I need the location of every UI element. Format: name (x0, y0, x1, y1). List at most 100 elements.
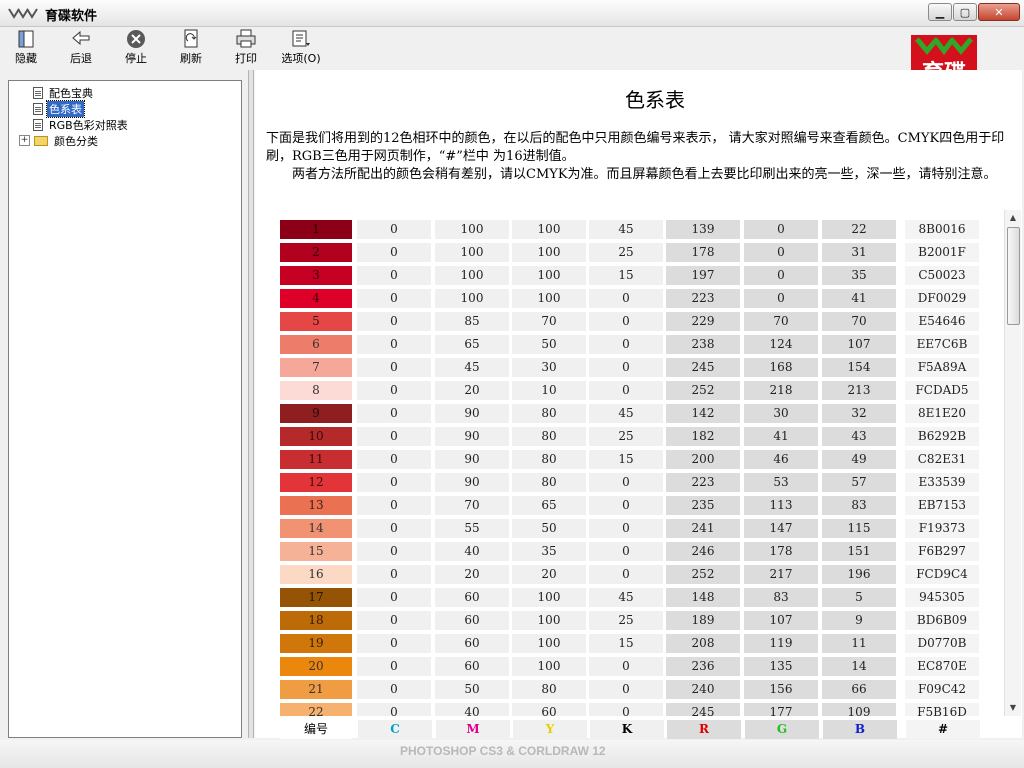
cell-y: 10 (512, 381, 586, 400)
cell-g: 178 (744, 542, 818, 561)
color-swatch: 13 (280, 496, 352, 515)
maximize-icon: ▢ (959, 5, 971, 19)
cell-k: 0 (589, 680, 663, 699)
table-row: 13 0 70 65 0 235 113 83 EB7153 (279, 496, 991, 515)
intro-text: 下面是我们将用到的12色相环中的颜色，在以后的配色中只用颜色编号来表示， 请大家… (266, 130, 1016, 184)
table-row: 8 0 20 10 0 252 218 213 FCDAD5 (279, 381, 991, 400)
cell-k: 0 (589, 358, 663, 377)
scroll-up-arrow-icon[interactable]: ▲ (1005, 210, 1021, 226)
table-row: 6 0 65 50 0 238 124 107 EE7C6B (279, 335, 991, 354)
cell-hex: 945305 (905, 588, 979, 607)
tree-item-label: RGB色彩对照表 (49, 118, 128, 132)
close-icon: ✕ (994, 5, 1004, 19)
cell-y: 50 (512, 335, 586, 354)
cell-b: 35 (822, 266, 896, 285)
cell-hex: F5A89A (905, 358, 979, 377)
cell-y: 80 (512, 680, 586, 699)
tree-item-color-categories[interactable]: + 颜色分类 (19, 133, 100, 148)
table-row: 22 0 40 60 0 245 177 109 F5B16D (279, 703, 991, 716)
cell-hex: C82E31 (905, 450, 979, 469)
cell-g: 83 (744, 588, 818, 607)
options-label: 选项(O) (281, 52, 321, 65)
cell-b: 11 (822, 634, 896, 653)
maximize-button[interactable]: ▢ (953, 3, 977, 21)
cell-y: 60 (512, 703, 586, 716)
cell-g: 124 (744, 335, 818, 354)
cell-r: 142 (666, 404, 740, 423)
cell-c: 0 (357, 588, 431, 607)
hide-button[interactable]: 隐藏 (4, 29, 48, 65)
cell-r: 252 (666, 381, 740, 400)
cell-m: 45 (435, 358, 509, 377)
cell-m: 90 (435, 450, 509, 469)
cell-r: 178 (666, 243, 740, 262)
cell-g: 217 (744, 565, 818, 584)
cell-r: 223 (666, 473, 740, 492)
cell-m: 100 (435, 220, 509, 239)
cell-c: 0 (357, 404, 431, 423)
stop-button[interactable]: 停止 (114, 29, 158, 65)
cell-c: 0 (357, 703, 431, 716)
cell-m: 20 (435, 565, 509, 584)
cell-hex: EB7153 (905, 496, 979, 515)
cell-y: 30 (512, 358, 586, 377)
expand-icon[interactable]: + (19, 135, 30, 146)
vertical-scrollbar[interactable]: ▲ ▼ (1004, 210, 1021, 716)
cell-m: 90 (435, 404, 509, 423)
color-swatch: 8 (280, 381, 352, 400)
cell-b: 57 (822, 473, 896, 492)
hide-icon (18, 30, 34, 48)
window-title: 育碟软件 (45, 9, 98, 24)
folder-icon (34, 135, 48, 146)
cell-b: 9 (822, 611, 896, 630)
print-button[interactable]: 打印 (224, 29, 268, 65)
table-row: 19 0 60 100 15 208 119 11 D0770B (279, 634, 991, 653)
cell-r: 208 (666, 634, 740, 653)
cell-hex: FCDAD5 (905, 381, 979, 400)
back-arrow-icon (72, 30, 90, 46)
cell-y: 100 (512, 266, 586, 285)
cell-c: 0 (357, 266, 431, 285)
close-button[interactable]: ✕ (978, 3, 1020, 21)
color-swatch: 6 (280, 335, 352, 354)
refresh-button[interactable]: 刷新 (169, 29, 213, 65)
cell-c: 0 (357, 381, 431, 400)
table-row: 1 0 100 100 45 139 0 22 8B0016 (279, 220, 991, 239)
cell-g: 0 (744, 289, 818, 308)
cell-b: 5 (822, 588, 896, 607)
cell-r: 245 (666, 358, 740, 377)
table-row: 16 0 20 20 0 252 217 196 FCD9C4 (279, 565, 991, 584)
scroll-down-arrow-icon[interactable]: ▼ (1005, 700, 1021, 716)
back-button[interactable]: 后退 (59, 29, 103, 65)
tree-item-rgb-table[interactable]: RGB色彩对照表 (33, 117, 130, 132)
table-row: 18 0 60 100 25 189 107 9 BD6B09 (279, 611, 991, 630)
intro-paragraph-1: 下面是我们将用到的12色相环中的颜色，在以后的配色中只用颜色编号来表示， 请大家… (266, 131, 1005, 164)
cell-r: 241 (666, 519, 740, 538)
cell-m: 20 (435, 381, 509, 400)
tree-item-color-table[interactable]: 色系表 (33, 99, 85, 118)
cell-hex: F09C42 (905, 680, 979, 699)
cell-c: 0 (357, 473, 431, 492)
cell-m: 60 (435, 657, 509, 676)
options-button[interactable]: 选项(O) (278, 29, 324, 65)
color-swatch: 10 (280, 427, 352, 446)
column-header: Y (513, 720, 587, 739)
tree-item-color-guide[interactable]: 配色宝典 (33, 85, 95, 100)
cell-y: 80 (512, 427, 586, 446)
status-bar: PHOTOSHOP CS3 & CORLDRAW 12 (0, 740, 1024, 768)
color-swatch: 14 (280, 519, 352, 538)
minimize-button[interactable]: ▁ (928, 3, 952, 21)
pane-splitter[interactable] (248, 70, 254, 738)
cell-m: 40 (435, 542, 509, 561)
table-row: 4 0 100 100 0 223 0 41 DF0029 (279, 289, 991, 308)
cell-c: 0 (357, 312, 431, 331)
content-pane: 色系表 下面是我们将用到的12色相环中的颜色，在以后的配色中只用颜色编号来表示，… (255, 70, 1022, 738)
scrollbar-thumb[interactable] (1007, 227, 1020, 325)
cell-y: 100 (512, 588, 586, 607)
cell-b: 154 (822, 358, 896, 377)
cell-y: 80 (512, 404, 586, 423)
cell-y: 70 (512, 312, 586, 331)
color-swatch: 2 (280, 243, 352, 262)
cell-b: 70 (822, 312, 896, 331)
cell-hex: D0770B (905, 634, 979, 653)
